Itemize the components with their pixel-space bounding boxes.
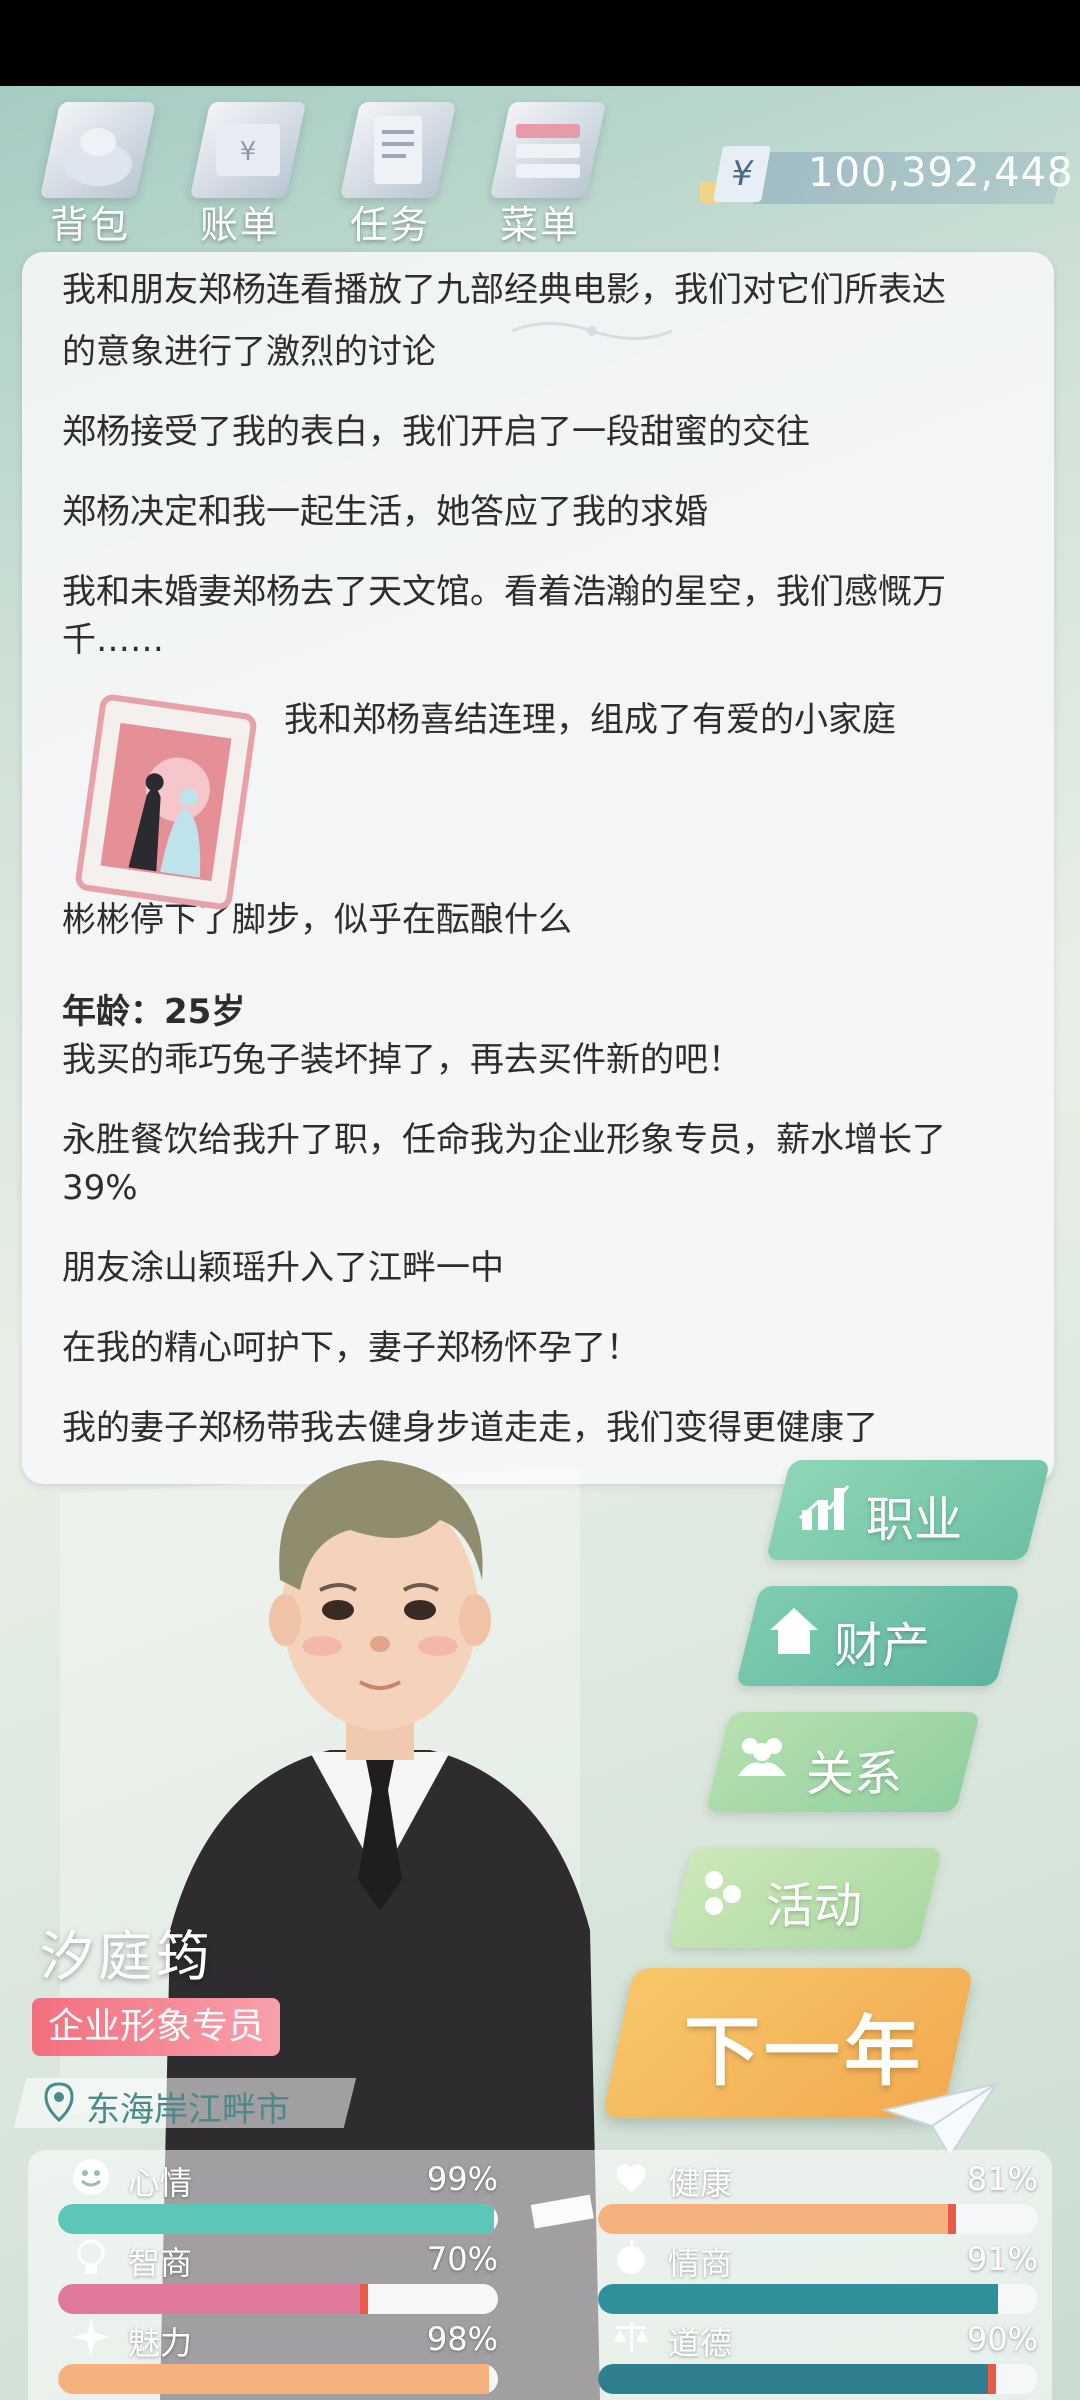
charm-value: 98% xyxy=(426,2320,498,2358)
tasks-icon xyxy=(339,102,457,198)
health-bar-fill xyxy=(598,2204,955,2234)
menu-icon xyxy=(489,102,607,198)
scales-icon xyxy=(614,2322,648,2352)
location-text: 东海岸江畔市 xyxy=(86,2090,290,2130)
character-name: 汐庭筠 xyxy=(40,1925,214,1988)
charm-bar xyxy=(58,2364,498,2394)
backpack-button[interactable]: 背包 xyxy=(30,96,170,247)
stat-eq: 情商 91% xyxy=(598,2236,1038,2316)
bar-knob xyxy=(948,2204,957,2234)
money-display: ¥ 100,392,448 xyxy=(700,146,1072,208)
log-line: 39% xyxy=(62,1168,138,1208)
eq-label: 情商 xyxy=(668,2244,733,2282)
health-bar xyxy=(598,2204,1038,2234)
log-line: 朋友涂山颖瑶升入了江畔一中 xyxy=(62,1248,504,1288)
bar-knob xyxy=(360,2284,368,2314)
stats-panel: 心情 99% 健康 81% 智商 70% 情商 91% 魅力 98% 道德 90… xyxy=(28,2150,1052,2400)
smile-icon xyxy=(73,2159,109,2195)
mood-value: 99% xyxy=(426,2160,498,2198)
house-icon xyxy=(770,1608,818,1654)
iq-value: 70% xyxy=(426,2240,498,2278)
log-line: 我买的乖巧兔子装坏掉了，再去买件新的吧！ xyxy=(62,1040,742,1080)
bar-knob xyxy=(988,2364,996,2394)
eq-value: 91% xyxy=(966,2240,1038,2278)
log-line: 我和郑杨喜结连理，组成了有爱的小家庭 xyxy=(284,700,896,740)
menu-button[interactable]: 菜单 xyxy=(480,96,620,247)
iq-bar xyxy=(58,2284,498,2314)
eq-bar xyxy=(598,2284,1038,2314)
bills-icon: ¥ xyxy=(189,102,307,198)
mood-bar-fill xyxy=(58,2204,494,2234)
wedding-photo-icon xyxy=(75,694,257,910)
stat-iq: 智商 70% xyxy=(58,2236,498,2316)
sparkle-icon xyxy=(72,2318,110,2356)
log-line: 千…… xyxy=(62,620,164,660)
stat-charm: 魅力 98% xyxy=(58,2316,498,2396)
tasks-button[interactable]: 任务 xyxy=(330,96,470,247)
job-badge: 企业形象专员 xyxy=(32,1998,281,2056)
log-line-partial: 我和朋友郑杨连看播放了九部经典电影，我们对它们所表达 xyxy=(62,270,946,310)
charm-bar-fill xyxy=(58,2364,490,2394)
log-line: 我的妻子郑杨带我去健身步道走走，我们变得更健康了 xyxy=(62,1408,878,1448)
log-line: 永胜餐饮给我升了职，任命我为企业形象专员，薪水增长了 xyxy=(62,1120,946,1160)
mood-label: 心情 xyxy=(128,2164,193,2202)
tasks-label: 任务 xyxy=(349,203,430,247)
stat-morality: 道德 90% xyxy=(598,2316,1038,2396)
event-log[interactable]: 我和朋友郑杨连看播放了九部经典电影，我们对它们所表达 的意象进行了激烈的讨论 郑… xyxy=(22,252,1054,1484)
iq-label: 智商 xyxy=(128,2244,193,2282)
status-bar xyxy=(0,0,1080,86)
bills-label: 账单 xyxy=(199,203,280,247)
health-label: 健康 xyxy=(668,2164,733,2202)
charm-label: 魅力 xyxy=(128,2324,193,2362)
lightbulb-icon xyxy=(77,2239,105,2274)
paper-plane-icon xyxy=(880,2082,999,2158)
location-pin-icon xyxy=(44,2082,74,2122)
backpack-label: 背包 xyxy=(49,203,130,247)
eq-bar-fill xyxy=(598,2284,999,2314)
apple-icon xyxy=(617,2240,645,2274)
career-label: 职业 xyxy=(866,1492,963,1548)
log-line: 郑杨决定和我一起生活，她答应了我的求婚 xyxy=(62,492,708,532)
activity-label: 活动 xyxy=(766,1878,863,1934)
bubbles-icon xyxy=(705,1871,741,1915)
log-line: 在我的精心呵护下，妻子郑杨怀孕了！ xyxy=(62,1328,640,1368)
morality-bar-fill xyxy=(598,2364,994,2394)
morality-label: 道德 xyxy=(668,2324,733,2362)
iq-bar-fill xyxy=(58,2284,366,2314)
property-label: 财产 xyxy=(834,1618,931,1674)
ornament-decoration xyxy=(511,322,673,340)
log-line: 郑杨接受了我的表白，我们开启了一段甜蜜的交往 xyxy=(62,412,810,452)
svg-text:¥: ¥ xyxy=(240,137,257,167)
money-value: 100,392,448 xyxy=(808,150,1074,196)
stat-mood: 心情 99% xyxy=(58,2156,498,2236)
chart-icon xyxy=(799,1485,850,1530)
relations-label: 关系 xyxy=(806,1746,903,1802)
people-icon xyxy=(738,1738,786,1776)
backpack-icon xyxy=(39,102,157,198)
morality-value: 90% xyxy=(966,2320,1038,2358)
stat-health: 健康 81% xyxy=(598,2156,1038,2236)
bills-button[interactable]: ¥ 账单 xyxy=(180,96,320,247)
menu-label: 菜单 xyxy=(499,203,580,247)
log-line: 我和未婚妻郑杨去了天文馆。看着浩瀚的星空，我们感慨万 xyxy=(62,572,946,612)
mood-bar xyxy=(58,2204,498,2234)
health-value: 81% xyxy=(966,2160,1038,2198)
morality-bar xyxy=(598,2364,1038,2394)
log-age-header: 年龄：25岁 xyxy=(62,992,246,1032)
heart-icon xyxy=(616,2164,646,2192)
yen-icon: ¥ xyxy=(713,146,771,202)
